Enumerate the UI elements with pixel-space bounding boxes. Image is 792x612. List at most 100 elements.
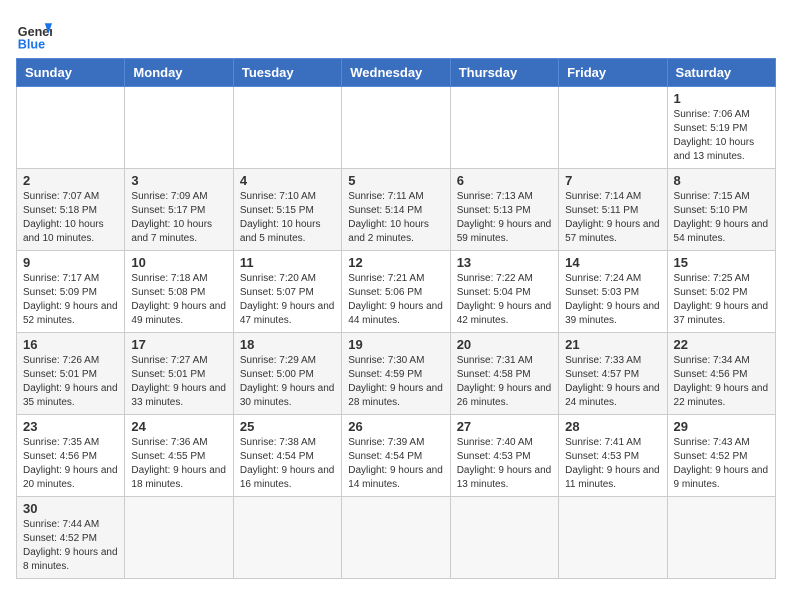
calendar-week-3: 16Sunrise: 7:26 AM Sunset: 5:01 PM Dayli… xyxy=(17,333,776,415)
day-number: 21 xyxy=(565,337,660,352)
day-info: Sunrise: 7:21 AM Sunset: 5:06 PM Dayligh… xyxy=(348,272,443,328)
day-info: Sunrise: 7:29 AM Sunset: 5:00 PM Dayligh… xyxy=(240,354,335,410)
day-info: Sunrise: 7:39 AM Sunset: 4:54 PM Dayligh… xyxy=(348,436,443,492)
calendar-cell: 29Sunrise: 7:43 AM Sunset: 4:52 PM Dayli… xyxy=(667,415,775,497)
calendar-cell: 5Sunrise: 7:11 AM Sunset: 5:14 PM Daylig… xyxy=(342,169,450,251)
day-number: 11 xyxy=(240,255,335,270)
calendar-cell: 27Sunrise: 7:40 AM Sunset: 4:53 PM Dayli… xyxy=(450,415,558,497)
calendar-cell xyxy=(559,497,667,579)
column-header-thursday: Thursday xyxy=(450,59,558,87)
calendar-cell xyxy=(125,87,233,169)
calendar-week-1: 2Sunrise: 7:07 AM Sunset: 5:18 PM Daylig… xyxy=(17,169,776,251)
day-number: 18 xyxy=(240,337,335,352)
day-number: 28 xyxy=(565,419,660,434)
calendar-cell xyxy=(233,497,341,579)
calendar-cell: 10 Sunrise: 7:18 AM Sunset: 5:08 PM Dayli… xyxy=(125,251,233,333)
calendar-cell xyxy=(559,87,667,169)
calendar-cell: 25 Sunrise: 7:38 AM Sunset: 4:54 PM Dayli… xyxy=(233,415,341,497)
day-number: 12 xyxy=(348,255,443,270)
page-header: General Blue xyxy=(16,16,776,52)
day-number: 1 xyxy=(674,91,769,106)
day-info: Sunrise: 7:13 AM Sunset: 5:13 PM Dayligh… xyxy=(457,190,552,246)
day-info: Sunrise: 7:06 AM Sunset: 5:19 PM Dayligh… xyxy=(674,108,769,164)
calendar-cell: 24 Sunrise: 7:36 AM Sunset: 4:55 PM Dayli… xyxy=(125,415,233,497)
day-info: Sunrise: 7:40 AM Sunset: 4:53 PM Dayligh… xyxy=(457,436,552,492)
day-number: 29 xyxy=(674,419,769,434)
day-info: Sunrise: 7:30 AM Sunset: 4:59 PM Dayligh… xyxy=(348,354,443,410)
calendar-cell: 8Sunrise: 7:15 AM Sunset: 5:10 PM Daylig… xyxy=(667,169,775,251)
calendar-cell: 16Sunrise: 7:26 AM Sunset: 5:01 PM Dayli… xyxy=(17,333,125,415)
day-info: Sunrise: 7:24 AM Sunset: 5:03 PM Dayligh… xyxy=(565,272,660,328)
calendar-cell xyxy=(342,87,450,169)
day-info: Sunrise: 7:38 AM Sunset: 4:54 PM Dayligh… xyxy=(240,436,335,492)
day-number: 10 xyxy=(131,255,226,270)
calendar-cell: 15Sunrise: 7:25 AM Sunset: 5:02 PM Dayli… xyxy=(667,251,775,333)
calendar-cell: 12 Sunrise: 7:21 AM Sunset: 5:06 PM Dayli… xyxy=(342,251,450,333)
day-info: Sunrise: 7:18 AM Sunset: 5:08 PM Dayligh… xyxy=(131,272,226,328)
day-number: 20 xyxy=(457,337,552,352)
day-info: Sunrise: 7:07 AM Sunset: 5:18 PM Dayligh… xyxy=(23,190,118,246)
calendar-cell: 7 Sunrise: 7:14 AM Sunset: 5:11 PM Daylig… xyxy=(559,169,667,251)
day-info: Sunrise: 7:44 AM Sunset: 4:52 PM Dayligh… xyxy=(23,518,118,574)
column-header-monday: Monday xyxy=(125,59,233,87)
calendar-cell: 6Sunrise: 7:13 AM Sunset: 5:13 PM Daylig… xyxy=(450,169,558,251)
day-info: Sunrise: 7:36 AM Sunset: 4:55 PM Dayligh… xyxy=(131,436,226,492)
calendar-week-5: 30Sunrise: 7:44 AM Sunset: 4:52 PM Dayli… xyxy=(17,497,776,579)
column-header-sunday: Sunday xyxy=(17,59,125,87)
calendar-cell: 26 Sunrise: 7:39 AM Sunset: 4:54 PM Dayli… xyxy=(342,415,450,497)
calendar-cell: 13 Sunrise: 7:22 AM Sunset: 5:04 PM Dayli… xyxy=(450,251,558,333)
day-info: Sunrise: 7:09 AM Sunset: 5:17 PM Dayligh… xyxy=(131,190,226,246)
calendar-cell: 4Sunrise: 7:10 AM Sunset: 5:15 PM Daylig… xyxy=(233,169,341,251)
day-info: Sunrise: 7:31 AM Sunset: 4:58 PM Dayligh… xyxy=(457,354,552,410)
day-info: Sunrise: 7:15 AM Sunset: 5:10 PM Dayligh… xyxy=(674,190,769,246)
day-number: 5 xyxy=(348,173,443,188)
calendar-cell: 14 Sunrise: 7:24 AM Sunset: 5:03 PM Dayli… xyxy=(559,251,667,333)
day-info: Sunrise: 7:20 AM Sunset: 5:07 PM Dayligh… xyxy=(240,272,335,328)
column-header-tuesday: Tuesday xyxy=(233,59,341,87)
calendar-cell: 22 Sunrise: 7:34 AM Sunset: 4:56 PM Dayli… xyxy=(667,333,775,415)
svg-text:Blue: Blue xyxy=(18,37,45,51)
day-info: Sunrise: 7:33 AM Sunset: 4:57 PM Dayligh… xyxy=(565,354,660,410)
day-info: Sunrise: 7:35 AM Sunset: 4:56 PM Dayligh… xyxy=(23,436,118,492)
day-info: Sunrise: 7:41 AM Sunset: 4:53 PM Dayligh… xyxy=(565,436,660,492)
calendar-cell xyxy=(450,497,558,579)
calendar-cell: 21 Sunrise: 7:33 AM Sunset: 4:57 PM Dayli… xyxy=(559,333,667,415)
calendar-cell: 3 Sunrise: 7:09 AM Sunset: 5:17 PM Daylig… xyxy=(125,169,233,251)
calendar-cell: 18 Sunrise: 7:29 AM Sunset: 5:00 PM Dayli… xyxy=(233,333,341,415)
calendar-cell xyxy=(125,497,233,579)
calendar-cell: 30Sunrise: 7:44 AM Sunset: 4:52 PM Dayli… xyxy=(17,497,125,579)
day-info: Sunrise: 7:14 AM Sunset: 5:11 PM Dayligh… xyxy=(565,190,660,246)
day-number: 13 xyxy=(457,255,552,270)
logo-icon: General Blue xyxy=(16,16,52,52)
column-header-saturday: Saturday xyxy=(667,59,775,87)
day-number: 17 xyxy=(131,337,226,352)
calendar-cell: 9 Sunrise: 7:17 AM Sunset: 5:09 PM Daylig… xyxy=(17,251,125,333)
day-info: Sunrise: 7:22 AM Sunset: 5:04 PM Dayligh… xyxy=(457,272,552,328)
calendar-week-2: 9 Sunrise: 7:17 AM Sunset: 5:09 PM Daylig… xyxy=(17,251,776,333)
day-number: 16 xyxy=(23,337,118,352)
day-info: Sunrise: 7:17 AM Sunset: 5:09 PM Dayligh… xyxy=(23,272,118,328)
day-number: 9 xyxy=(23,255,118,270)
calendar-cell xyxy=(342,497,450,579)
calendar-cell: 20 Sunrise: 7:31 AM Sunset: 4:58 PM Dayli… xyxy=(450,333,558,415)
calendar-cell xyxy=(17,87,125,169)
day-info: Sunrise: 7:27 AM Sunset: 5:01 PM Dayligh… xyxy=(131,354,226,410)
day-number: 7 xyxy=(565,173,660,188)
day-number: 19 xyxy=(348,337,443,352)
calendar-week-4: 23Sunrise: 7:35 AM Sunset: 4:56 PM Dayli… xyxy=(17,415,776,497)
calendar-cell xyxy=(667,497,775,579)
day-number: 25 xyxy=(240,419,335,434)
day-number: 3 xyxy=(131,173,226,188)
calendar-cell xyxy=(450,87,558,169)
day-info: Sunrise: 7:10 AM Sunset: 5:15 PM Dayligh… xyxy=(240,190,335,246)
calendar-cell: 17 Sunrise: 7:27 AM Sunset: 5:01 PM Dayli… xyxy=(125,333,233,415)
day-number: 26 xyxy=(348,419,443,434)
calendar-cell: 1 Sunrise: 7:06 AM Sunset: 5:19 PM Daylig… xyxy=(667,87,775,169)
day-number: 24 xyxy=(131,419,226,434)
day-number: 14 xyxy=(565,255,660,270)
day-info: Sunrise: 7:34 AM Sunset: 4:56 PM Dayligh… xyxy=(674,354,769,410)
day-info: Sunrise: 7:25 AM Sunset: 5:02 PM Dayligh… xyxy=(674,272,769,328)
calendar-cell: 11 Sunrise: 7:20 AM Sunset: 5:07 PM Dayli… xyxy=(233,251,341,333)
calendar-cell: 2Sunrise: 7:07 AM Sunset: 5:18 PM Daylig… xyxy=(17,169,125,251)
day-number: 22 xyxy=(674,337,769,352)
